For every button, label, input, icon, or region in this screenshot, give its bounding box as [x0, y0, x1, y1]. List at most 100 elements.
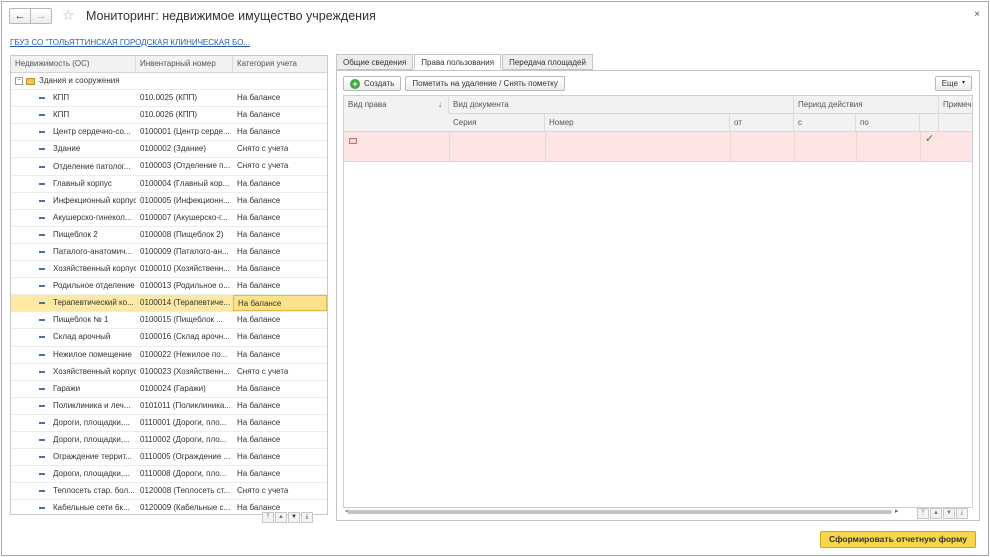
horizontal-scrollbar[interactable] [347, 510, 892, 514]
item-marker-icon [39, 507, 45, 510]
accounting-category: На балансе [237, 110, 281, 120]
inventory-number: 0100023 (Хозяйственн... [140, 366, 230, 376]
column-header-property[interactable]: Недвижимость (ОС) [11, 56, 136, 72]
close-icon[interactable]: × [974, 9, 980, 20]
table-row[interactable]: Хозяйственный корпус 0100023 (Хозяйственн… [11, 364, 327, 381]
inventory-number: 0120008 (Теплосеть ст... [140, 486, 231, 496]
more-button[interactable]: Еще ▾ [934, 76, 972, 91]
property-name: Теплосеть стар. бол... [53, 486, 135, 496]
property-name: Поликлиника и леч... [53, 400, 131, 410]
property-name: Главный корпус [53, 178, 112, 188]
scroll-down-button[interactable]: ▼ [288, 512, 300, 523]
column-header-period[interactable]: Период действия [794, 96, 939, 114]
property-name: Дороги, площадки,... [53, 469, 130, 479]
table-row[interactable]: Поликлиника и леч... 0101011 (Поликлиника… [11, 398, 327, 415]
table-row[interactable]: Акушерско-гинекол... 0100007 (Акушерско-г… [11, 210, 327, 227]
item-marker-icon [39, 268, 45, 271]
property-name: Дороги, площадки,... [53, 417, 130, 427]
table-row[interactable]: Дороги, площадки,... 0110002 (Дороги, пло… [11, 432, 327, 450]
table-row[interactable]: КПП 010.0025 (КПП) На балансе [11, 90, 327, 108]
item-marker-icon [39, 302, 45, 305]
generate-report-button[interactable]: Сформировать отчетную форму [820, 531, 976, 548]
tab-area-transfer[interactable]: Передача площадей [502, 54, 593, 70]
tab-general[interactable]: Общие сведения [336, 54, 414, 70]
column-header-inventory-number[interactable]: Инвентарный номер [136, 56, 233, 72]
scroll-bottom-button[interactable]: ⤓ [301, 512, 313, 523]
accounting-category: На балансе [233, 295, 327, 312]
row-marker-icon [349, 138, 357, 144]
table-row[interactable]: Паталого-анатомич... 0100009 (Паталого-ан… [11, 244, 327, 262]
item-marker-icon [39, 473, 45, 476]
accounting-category: На балансе [237, 264, 281, 274]
column-header-period-from[interactable]: с [794, 114, 856, 132]
column-header-note-sub [939, 114, 972, 132]
column-header-date-from[interactable]: от [730, 114, 794, 132]
organization-link[interactable]: ГБУЗ СО "ТОЛЬЯТТИНСКАЯ ГОРОДСКАЯ КЛИНИЧЕ… [10, 38, 250, 47]
inventory-number: 0100003 (Отделение п... [140, 161, 231, 171]
table-row[interactable]: Инфекционный корпус 0100005 (Инфекционн..… [11, 193, 327, 210]
create-button[interactable]: + Создать [343, 76, 402, 91]
column-header-category[interactable]: Категория учета [233, 56, 327, 72]
item-marker-icon [39, 404, 45, 407]
column-header-doc-type[interactable]: Вид документа [449, 96, 794, 114]
mark-delete-button[interactable]: Пометить на удаление / Снять пометку [405, 76, 565, 91]
collapse-icon[interactable]: − [15, 77, 23, 86]
inventory-number: 0100007 (Акушерско-г... [140, 212, 228, 222]
forward-button[interactable]: → [30, 8, 52, 24]
accounting-category: На балансе [237, 246, 281, 256]
accounting-category: На балансе [237, 93, 281, 103]
group-row[interactable]: − Здания и сооружения [11, 73, 327, 91]
accounting-category: На балансе [237, 452, 281, 462]
table-row[interactable]: Родильное отделение 0100013 (Родильное о.… [11, 278, 327, 296]
table-row[interactable]: Отделение патолог... 0100003 (Отделение п… [11, 158, 327, 176]
grid-scroll-up-button[interactable]: ▲ [930, 508, 942, 519]
item-marker-icon [39, 456, 45, 459]
column-header-note[interactable]: Примеч [939, 96, 972, 114]
inventory-number: 0100004 (Главный кор... [140, 178, 230, 188]
table-row[interactable]: Нежилое помещение 0100022 (Нежилое по... Н… [11, 347, 327, 364]
inventory-number: 0100013 (Родильное о... [140, 281, 230, 291]
inventory-number: 0100022 (Нежилое по... [140, 349, 228, 359]
inventory-number: 0101011 (Поликлиника... [140, 400, 232, 410]
grid-scroll-top-button[interactable]: ⤒ [917, 508, 929, 519]
item-marker-icon [39, 182, 45, 185]
item-marker-icon [39, 336, 45, 339]
scroll-right-icon[interactable]: ▸ [895, 507, 899, 515]
back-button[interactable]: ← [9, 8, 31, 24]
table-row[interactable]: Ограждение террит... 0110005 (Ограждение … [11, 449, 327, 467]
column-header-number[interactable]: Номер [545, 114, 730, 132]
property-name: Отделение патолог... [53, 161, 131, 171]
accounting-category: На балансе [237, 332, 281, 342]
usage-rights-panel: + Создать Пометить на удаление / Снять п… [336, 70, 980, 521]
grid-scroll-bottom-button[interactable]: ⤓ [956, 508, 968, 519]
grid-scroll-down-button[interactable]: ▼ [943, 508, 955, 519]
column-header-series[interactable]: Серия [449, 114, 545, 132]
table-row[interactable]: Пищеблок 2 0100008 (Пищеблок 2) На балансе [11, 227, 327, 244]
table-row[interactable]: Главный корпус 0100004 (Главный кор... На … [11, 176, 327, 193]
tab-usage-rights[interactable]: Права пользования [414, 54, 502, 70]
table-row[interactable]: Хозяйственный корпус 0100010 (Хозяйственн… [11, 261, 327, 279]
inventory-number: 0100010 (Хозяйственн... [140, 264, 230, 274]
rights-grid: Вид права ↓ Вид документа Период действи… [343, 95, 973, 508]
table-row[interactable]: Склад арочный 0100016 (Склад арочн... На б… [11, 329, 327, 347]
table-row[interactable]: Дороги, площадки,... 0110001 (Дороги, пло… [11, 415, 327, 432]
table-row[interactable]: Дороги, площадки,... 0110008 (Дороги, пло… [11, 466, 327, 484]
table-row[interactable]: Центр сердечно-со... 0100001 (Центр серде… [11, 124, 327, 142]
scroll-top-button[interactable]: ⤒ [262, 512, 274, 523]
table-row[interactable]: Пищеблок № 1 0100015 (Пищеблок ... На бала… [11, 312, 327, 330]
table-row[interactable]: Гаражи 0100024 (Гаражи) На балансе [11, 381, 327, 398]
inventory-number: 0100002 (Здание) [140, 144, 206, 154]
inventory-number: 0110008 (Дороги, пло... [140, 469, 227, 479]
table-row[interactable]: Теплосеть стар. бол... 0120008 (Теплосеть… [11, 483, 327, 501]
property-name: Акушерско-гинекол... [53, 212, 132, 222]
scroll-up-button[interactable]: ▲ [275, 512, 287, 523]
table-row[interactable]: Терапевтический ко... 0100014 (Терапевтич… [11, 295, 327, 313]
chevron-down-icon: ▾ [961, 80, 965, 86]
table-row[interactable]: КПП 010.0026 (КПП) На балансе [11, 107, 327, 125]
favorite-star-icon[interactable]: ☆ [62, 7, 75, 24]
table-row[interactable]: ✓ [344, 132, 972, 162]
item-marker-icon [39, 250, 45, 253]
page-title: Мониторинг: недвижимое имущество учрежде… [86, 9, 376, 23]
column-header-period-to[interactable]: по [856, 114, 920, 132]
table-row[interactable]: Здание 0100002 (Здание) Снято с учета [11, 141, 327, 159]
